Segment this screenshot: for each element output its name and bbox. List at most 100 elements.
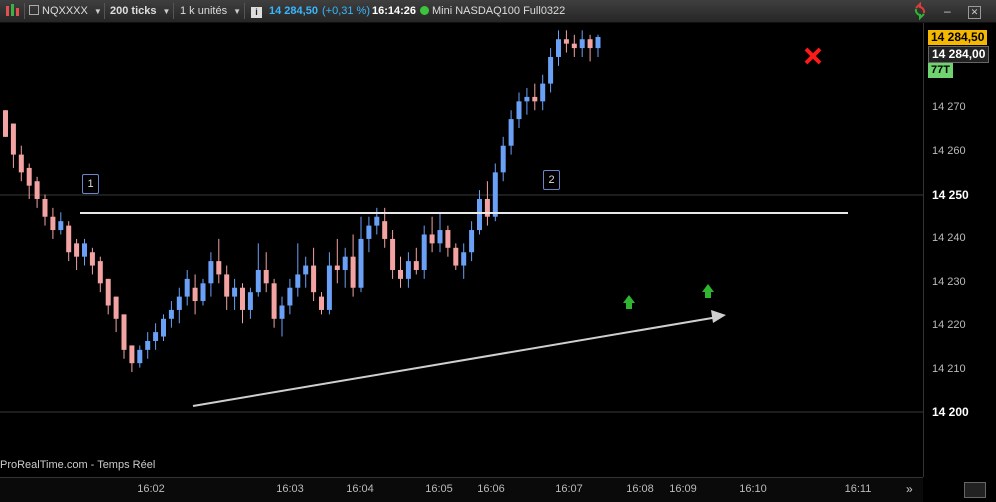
candle[interactable] xyxy=(232,287,238,297)
candle[interactable] xyxy=(287,287,293,306)
candle[interactable] xyxy=(66,225,72,253)
trend-arrow-head xyxy=(711,310,726,323)
candle[interactable] xyxy=(413,261,419,270)
candle[interactable] xyxy=(161,318,166,337)
candle[interactable] xyxy=(176,296,182,310)
candle[interactable] xyxy=(247,292,253,310)
candle[interactable] xyxy=(326,265,332,310)
candle[interactable] xyxy=(524,96,530,102)
candle[interactable] xyxy=(263,269,269,284)
candle[interactable] xyxy=(303,265,309,275)
candle[interactable] xyxy=(579,39,585,49)
candle[interactable] xyxy=(255,269,261,293)
candle[interactable] xyxy=(279,305,285,319)
candle[interactable] xyxy=(548,56,554,84)
candle[interactable] xyxy=(342,256,348,270)
candle[interactable] xyxy=(358,238,364,288)
scroll-right-icon[interactable]: » xyxy=(906,479,913,499)
up-arrow-icon[interactable] xyxy=(623,295,635,309)
candle[interactable] xyxy=(429,234,435,244)
trend-arrow-line[interactable] xyxy=(192,316,719,407)
price-chart[interactable] xyxy=(0,23,923,477)
candle[interactable] xyxy=(82,243,87,257)
candle[interactable] xyxy=(58,221,64,231)
candle[interactable] xyxy=(34,181,40,199)
candle[interactable] xyxy=(137,349,143,364)
price-scale[interactable]: 14 270 14 260 14 250 14 240 14 230 14 22… xyxy=(923,23,996,477)
candle[interactable] xyxy=(89,252,95,266)
close-icon[interactable]: ✕ xyxy=(968,0,981,22)
candle[interactable] xyxy=(18,154,24,173)
last-price: 14 284,50 xyxy=(269,5,318,17)
candle[interactable] xyxy=(153,332,159,341)
candle[interactable] xyxy=(445,230,451,248)
candle[interactable] xyxy=(10,123,16,155)
candle[interactable] xyxy=(532,96,538,102)
marker-1[interactable]: 1 xyxy=(82,174,99,194)
up-arrow-icon[interactable] xyxy=(702,284,714,298)
candle[interactable] xyxy=(587,39,593,49)
candle[interactable] xyxy=(374,216,380,226)
candle[interactable] xyxy=(129,345,135,364)
candle[interactable] xyxy=(74,243,80,257)
time-label: 16:08 xyxy=(626,483,654,495)
refresh-icon[interactable] xyxy=(912,0,928,22)
candle[interactable] xyxy=(366,225,372,239)
candle[interactable] xyxy=(508,119,514,146)
candle[interactable] xyxy=(311,265,317,293)
candle[interactable] xyxy=(26,167,32,186)
candle[interactable] xyxy=(405,261,411,279)
candle[interactable] xyxy=(295,274,301,288)
chart-area[interactable]: 1 2 ProRealTime.com - Temps Réel xyxy=(0,23,923,477)
candle[interactable] xyxy=(453,247,459,266)
price-change: (+0,31 %) xyxy=(322,5,370,17)
candle[interactable] xyxy=(42,198,48,217)
units-menu[interactable]: 1 k unités ▼ xyxy=(180,0,241,22)
candle[interactable] xyxy=(113,296,119,319)
candle[interactable] xyxy=(350,256,356,288)
candle[interactable] xyxy=(168,309,174,319)
candle[interactable] xyxy=(192,287,198,302)
candle[interactable] xyxy=(3,110,8,137)
candle[interactable] xyxy=(184,278,190,297)
candle[interactable] xyxy=(390,238,396,270)
marker-2[interactable]: 2 xyxy=(543,170,560,190)
candle[interactable] xyxy=(334,265,340,270)
candle[interactable] xyxy=(437,230,443,244)
candle[interactable] xyxy=(105,278,111,306)
candle[interactable] xyxy=(145,340,151,350)
candle[interactable] xyxy=(319,296,324,310)
candle[interactable] xyxy=(540,83,546,102)
candle[interactable] xyxy=(500,145,506,173)
candle[interactable] xyxy=(477,198,482,231)
candle[interactable] xyxy=(224,274,230,297)
candle[interactable] xyxy=(469,230,475,253)
candle[interactable] xyxy=(271,283,277,319)
candle[interactable] xyxy=(571,43,577,49)
cross-icon[interactable] xyxy=(804,47,822,65)
minimize-icon[interactable]: – xyxy=(944,0,951,22)
info-icon[interactable]: i xyxy=(251,0,262,22)
candle[interactable] xyxy=(595,37,601,49)
candle[interactable] xyxy=(398,269,403,279)
candle[interactable] xyxy=(516,101,522,120)
candle[interactable] xyxy=(121,314,127,350)
candle[interactable] xyxy=(50,216,56,231)
chart-settings-icon[interactable] xyxy=(964,482,986,498)
ticks-menu[interactable]: 200 ticks ▼ xyxy=(110,0,170,22)
candle[interactable] xyxy=(208,261,214,284)
candle[interactable] xyxy=(382,221,388,239)
candle[interactable] xyxy=(492,172,498,217)
candle[interactable] xyxy=(240,287,245,310)
candle[interactable] xyxy=(563,39,569,44)
instrument-menu[interactable]: NQXXXX ▼ xyxy=(29,0,102,22)
candle[interactable] xyxy=(200,283,206,302)
time-axis[interactable]: 16:02 16:03 16:04 16:05 16:06 16:07 16:0… xyxy=(0,477,986,502)
candle[interactable] xyxy=(97,261,103,284)
candle[interactable] xyxy=(556,39,561,57)
candle[interactable] xyxy=(421,234,427,270)
candle[interactable] xyxy=(461,252,467,266)
candle[interactable] xyxy=(484,198,490,217)
chart-type-icon[interactable] xyxy=(4,0,20,22)
candle[interactable] xyxy=(216,261,222,275)
